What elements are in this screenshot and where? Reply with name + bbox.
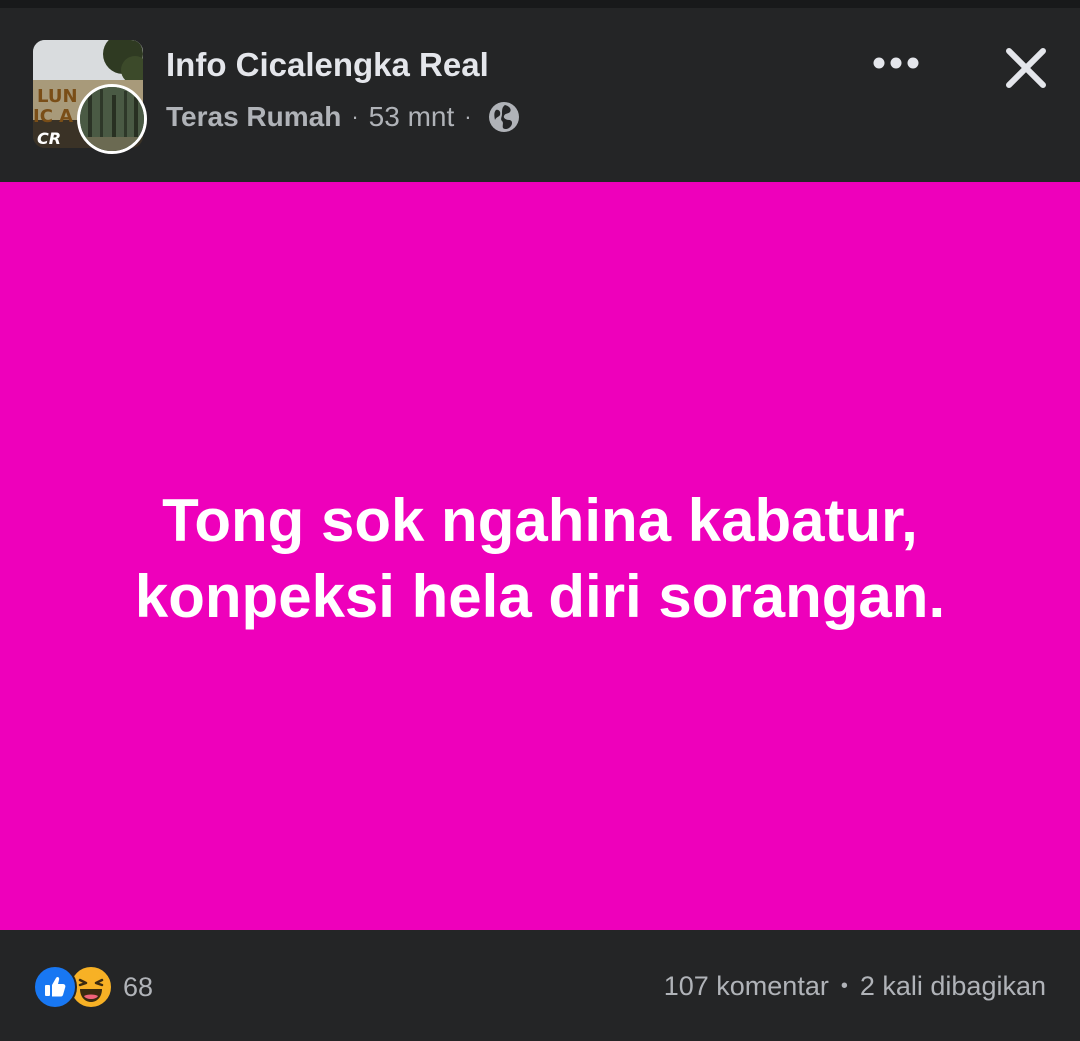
post-time[interactable]: 53 mnt bbox=[369, 101, 455, 133]
author-name[interactable]: Teras Rumah bbox=[166, 101, 341, 133]
like-icon bbox=[33, 965, 77, 1009]
reaction-count: 68 bbox=[123, 971, 154, 1002]
group-name[interactable]: Info Cicalengka Real bbox=[166, 46, 489, 84]
user-avatar[interactable] bbox=[77, 84, 147, 154]
post-header: LUN IC A CR Info Cicalengka Real Teras R… bbox=[0, 8, 1080, 182]
stats-separator: • bbox=[840, 974, 848, 997]
post-text-line: Tong sok ngahina kabatur, bbox=[162, 487, 918, 554]
globe-icon bbox=[488, 101, 520, 133]
post-text: Tong sok ngahina kabatur, konpeksi hela … bbox=[40, 483, 1040, 635]
svg-text:IC A: IC A bbox=[33, 106, 73, 127]
meta-separator: · bbox=[351, 104, 359, 129]
post-text-line: konpeksi hela diri sorangan. bbox=[134, 563, 946, 630]
comments-link[interactable]: 107 komentar bbox=[664, 971, 829, 1002]
post-meta: Teras Rumah · 53 mnt · bbox=[166, 100, 520, 134]
more-options-button[interactable] bbox=[866, 48, 926, 78]
svg-text:CR: CR bbox=[37, 129, 61, 148]
status-strip bbox=[0, 0, 1080, 8]
svg-text:LUN: LUN bbox=[37, 86, 78, 107]
meta-separator: · bbox=[464, 104, 472, 129]
avatar-group[interactable]: LUN IC A CR bbox=[33, 40, 151, 158]
post-background: Tong sok ngahina kabatur, konpeksi hela … bbox=[0, 182, 1080, 930]
reactions-summary[interactable]: 68 bbox=[33, 964, 153, 1010]
post-footer: 68 107 komentar • 2 kali dibagikan bbox=[0, 930, 1080, 1041]
close-icon bbox=[1006, 48, 1046, 88]
shares-link[interactable]: 2 kali dibagikan bbox=[860, 971, 1046, 1002]
close-button[interactable] bbox=[1000, 42, 1052, 94]
more-dots-icon bbox=[873, 57, 919, 69]
post-stats: 107 komentar • 2 kali dibagikan bbox=[664, 968, 1046, 1004]
